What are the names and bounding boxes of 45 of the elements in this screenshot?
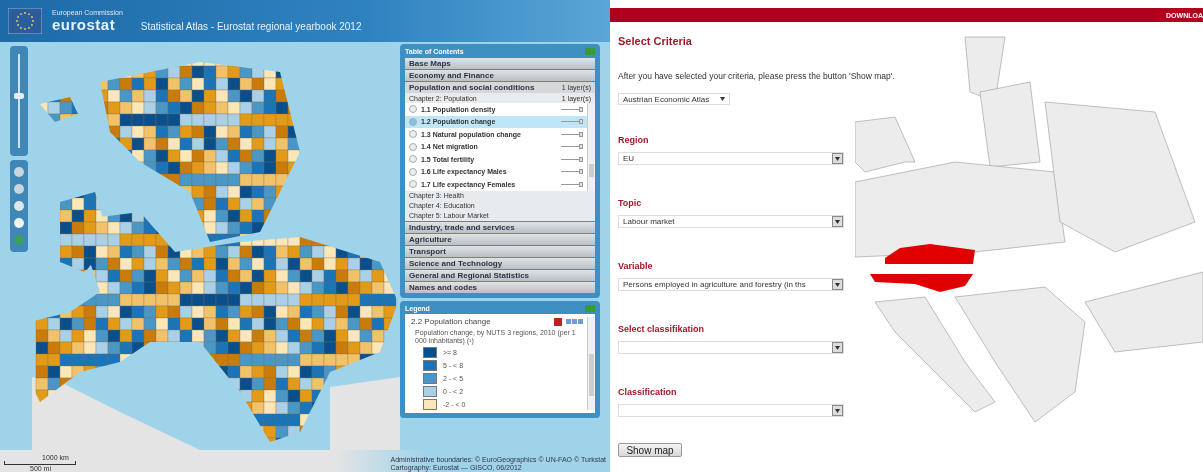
field-label: Topic: [618, 198, 642, 208]
slider-thumb[interactable]: [578, 131, 583, 137]
select-field[interactable]: Persons employed in agriculture and forestry (in ths: [618, 278, 844, 291]
field-label: Classification: [618, 387, 677, 397]
eu-flag-icon: [8, 8, 42, 34]
theme-row[interactable]: Base Maps: [405, 58, 595, 69]
logo-text: eurostat: [52, 16, 117, 33]
theme-row[interactable]: Economy and Finance: [405, 70, 595, 81]
caret-icon: [835, 408, 840, 413]
theme-row[interactable]: Agriculture: [405, 233, 595, 245]
app-title: Statistical Atlas - Eurostat regional yearbook 2012: [140, 20, 362, 32]
show-map-button[interactable]: Show map: [618, 443, 682, 457]
caret-icon: [720, 97, 725, 101]
theme-row[interactable]: Transport: [405, 245, 595, 257]
theme-row[interactable]: Science and Technology: [405, 257, 595, 269]
section-title: Select Criteria: [618, 35, 692, 47]
field-label: Select classifikation: [618, 324, 705, 334]
select-field[interactable]: [618, 404, 844, 417]
instruction-text: After you have selected your criteria, please press the button 'Show map'.: [618, 71, 895, 81]
caret-icon: [835, 156, 840, 161]
slider-thumb[interactable]: [578, 181, 583, 187]
caret-icon: [835, 219, 840, 224]
slider-thumb[interactable]: [578, 156, 583, 162]
choropleth-map-drawing[interactable]: [32, 62, 400, 450]
slider-thumb[interactable]: [578, 169, 583, 175]
zoom-thumb[interactable]: [14, 93, 24, 100]
theme-row[interactable]: Names and codes: [405, 281, 595, 293]
toolbar-icons[interactable]: [554, 316, 584, 327]
select-field[interactable]: EU: [618, 152, 844, 165]
field-label: Variable: [618, 261, 653, 271]
zoom-slider[interactable]: [10, 46, 28, 156]
caret-icon: [835, 345, 840, 350]
slider-thumb[interactable]: [578, 119, 583, 125]
theme-row[interactable]: General and Regional Statistics: [405, 269, 595, 281]
caret-icon: [835, 282, 840, 287]
select-field[interactable]: Labour market: [618, 215, 844, 228]
theme-row[interactable]: Industry, trade and services: [405, 221, 595, 233]
scrollbar[interactable]: [587, 103, 595, 191]
atlas-dropdown[interactable]: Austrian Economic Atlas: [618, 93, 730, 105]
select-field[interactable]: [618, 341, 844, 354]
scrollbar[interactable]: [587, 316, 595, 410]
legend-layer-title: 2.2 Population change: [411, 317, 491, 326]
slider-thumb[interactable]: [578, 106, 583, 112]
field-label: Region: [618, 135, 649, 145]
slider-thumb[interactable]: [578, 144, 583, 150]
